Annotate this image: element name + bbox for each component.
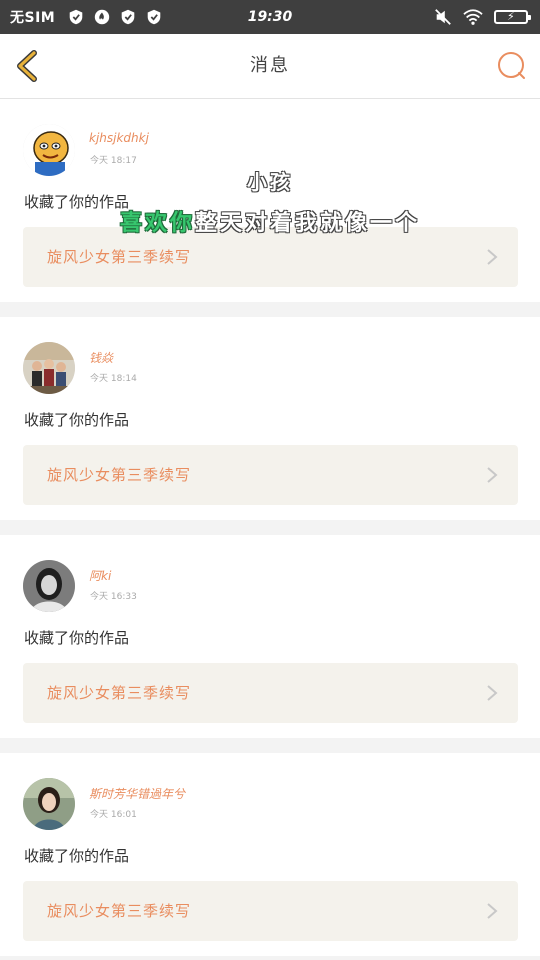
username[interactable]: 钱焱 (89, 349, 113, 366)
chevron-right-icon (487, 685, 498, 701)
lyric-line-1: 小孩 (247, 170, 293, 194)
status-right: ⚡ (434, 0, 531, 34)
lyric-rest: 整天对着我就像一个 (195, 211, 421, 236)
action-text: 收藏了你的作品 (24, 847, 130, 865)
username[interactable]: 阿ki (89, 567, 111, 584)
page-title: 消息 (250, 55, 290, 76)
notification-card: 阿ki 今天 16:33 收藏了你的作品 旋风少女第三季续写 (0, 535, 540, 738)
family-photo-avatar[interactable] (23, 342, 75, 394)
lyric-line-2: 喜欢你整天对着我就像一个 (0, 205, 540, 237)
chevron-right-icon (487, 467, 498, 483)
portrait-avatar[interactable] (23, 560, 75, 612)
notification-card: kjhsjkdhkj 今天 18:17 收藏了你的作品 旋风少女第三季续写 (0, 99, 540, 302)
username[interactable]: kjhsjkdhkj (89, 131, 149, 145)
notification-card: 斯时芳华错過年兮 今天 16:01 收藏了你的作品 旋风少女第三季续写 (0, 753, 540, 956)
mute-icon (435, 9, 451, 25)
work-title: 旋风少女第三季续写 (47, 466, 192, 484)
timestamp: 今天 16:01 (90, 810, 137, 820)
work-link[interactable]: 旋风少女第三季续写 (23, 445, 518, 505)
app-header: 消息 (0, 34, 540, 99)
action-text: 收藏了你的作品 (24, 411, 130, 429)
timestamp: 今天 18:17 (90, 156, 137, 166)
work-title: 旋风少女第三季续写 (47, 902, 192, 920)
search-icon[interactable] (496, 50, 528, 82)
work-link[interactable]: 旋风少女第三季续写 (23, 663, 518, 723)
timestamp: 今天 18:14 (90, 374, 137, 384)
battery-charging-icon: ⚡ (494, 10, 531, 24)
notification-card: 钱焱 今天 18:14 收藏了你的作品 旋风少女第三季续写 (0, 317, 540, 520)
wifi-icon (463, 9, 483, 25)
lyric-highlight: 喜欢你 (119, 211, 195, 236)
chevron-right-icon (487, 903, 498, 919)
action-text: 收藏了你的作品 (24, 629, 130, 647)
girl-photo-avatar[interactable] (23, 778, 75, 830)
work-link[interactable]: 旋风少女第三季续写 (23, 881, 518, 941)
username[interactable]: 斯时芳华错過年兮 (89, 785, 185, 802)
status-bar: 无SIM 19:30 ⚡ (0, 0, 540, 34)
work-title: 旋风少女第三季续写 (47, 684, 192, 702)
timestamp: 今天 16:33 (90, 592, 137, 602)
chevron-right-icon (487, 249, 498, 265)
